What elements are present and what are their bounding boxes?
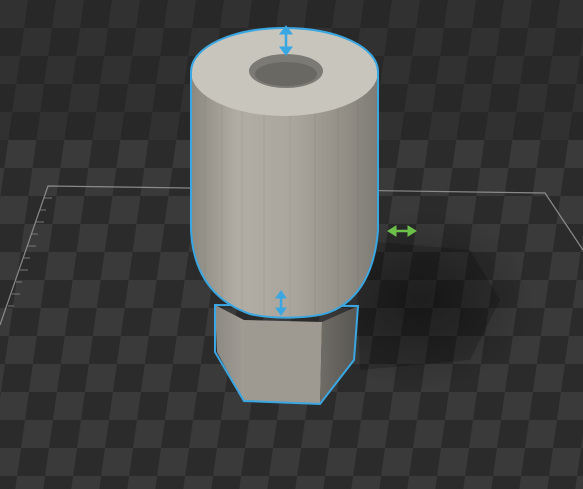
cylinder-body[interactable] (190, 26, 379, 319)
scene-canvas[interactable] (0, 0, 583, 489)
3d-viewport[interactable] (0, 0, 583, 489)
cylinder-hole-inner (255, 62, 317, 86)
